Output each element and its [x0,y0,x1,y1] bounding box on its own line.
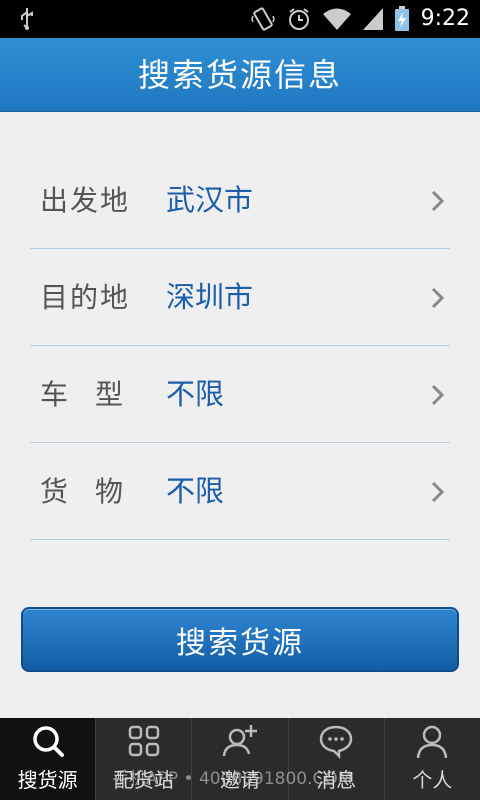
tab-profile[interactable]: 个人 [383,718,480,800]
tab-label: 个人 [412,768,453,792]
destination-row[interactable]: 目的地 深圳市 [30,249,450,346]
search-icon [32,726,64,757]
vehicle-type-value: 不限 [166,377,225,411]
alarm-icon [289,8,309,30]
departure-value: 武汉市 [166,183,254,217]
chevron-right-icon [431,287,445,309]
page-title: 搜索货源信息 [137,56,342,94]
grid-icon [128,725,160,757]
message-icon [319,725,353,760]
cargo-value: 不限 [166,474,225,508]
status-time: 9:22 [420,6,470,31]
cargo-label: 货物 [40,475,151,508]
battery-charging-icon [395,6,409,31]
vehicle-type-label: 车型 [40,378,151,411]
departure-row[interactable]: 出发地 武汉市 [30,152,450,249]
watermark-text: 手机APP • 4008891800.COM [112,769,353,789]
person-icon [417,725,448,759]
wifi-icon [323,8,351,30]
add-user-icon [222,725,257,757]
departure-label: 出发地 [40,184,131,217]
chevron-right-icon [431,190,445,212]
cargo-row[interactable]: 货物 不限 [30,443,450,540]
tab-label: 搜货源 [17,768,78,792]
search-cargo-button[interactable]: 搜索货源 [21,607,459,672]
title-bar: 搜索货源信息 [0,38,480,112]
status-icons [250,6,410,32]
search-form: 出发地 武汉市 目的地 深圳市 车型 不限 货物 不限 [30,152,450,540]
signal-icon [363,8,383,30]
vehicle-type-row[interactable]: 车型 不限 [30,346,450,443]
vibrate-icon [251,7,275,31]
destination-label: 目的地 [40,281,131,314]
status-bar: 9:22 [0,0,480,38]
usb-icon [21,8,33,30]
destination-value: 深圳市 [166,280,254,314]
chevron-right-icon [431,481,445,503]
tab-search-cargo[interactable]: 搜货源 [0,718,96,800]
chevron-right-icon [431,384,445,406]
